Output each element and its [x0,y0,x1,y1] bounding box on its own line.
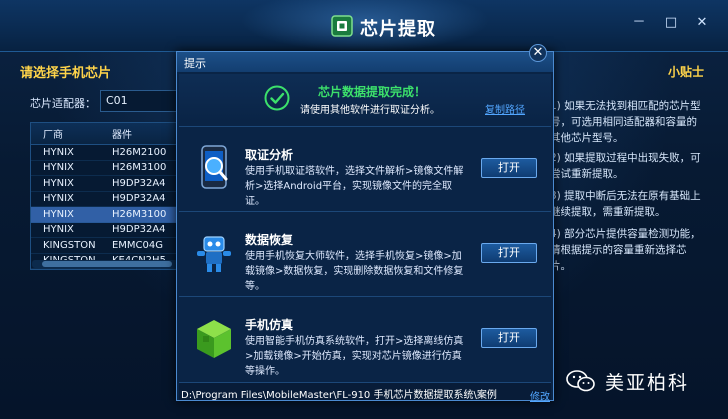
green-cube-icon [197,320,231,358]
forensics-section: 取证分析 使用手机取证塔软件，选择文件解析>镜像文件解析>选择Android平台… [179,126,551,212]
tip-item: 1) 如果无法找到相匹配的芯片型号，可选用相同适配器和容量的其他芯片型号。 [550,100,701,144]
title-bar: 芯片提取 － □ ✕ [0,0,728,52]
table-row[interactable]: HYNIX H9DP32A4 [31,223,179,238]
maximize-button[interactable]: □ [661,14,681,32]
column-header-device[interactable]: 器件 [112,126,179,141]
open-recovery-button[interactable]: 打开 [481,243,537,263]
image-path: D:\Program Files\MobileMaster\FL-910 手机芯… [179,382,551,400]
device-cell: EMMC04G [111,239,164,251]
success-subtitle: 请使用其他软件进行取证分析。 [300,105,440,116]
section-description: 使用手机恢复大师软件，选择手机恢复>镜像>加载镜像>数据恢复，实现删除数据恢复和… [245,251,464,292]
tip-item: 3) 提取中断后无法在原有基础上继续提取，需重新提取。 [550,190,701,218]
success-banner: 芯片数据提取完成！ 请使用其他软件进行取证分析。 复制路径 [179,74,551,122]
device-cell: H26M3100 [111,162,167,174]
dialog-title: 提示 [177,52,553,72]
table-row-selected[interactable]: HYNIX H26M3100 [31,207,179,223]
minimize-button[interactable]: － [629,14,649,32]
dialog-close-button[interactable]: ✕ [529,44,547,62]
section-title: 数据恢复 [245,233,294,247]
open-forensics-button[interactable]: 打开 [481,158,537,178]
adapter-label: 芯片适配器： [30,97,96,110]
chip-select-title: 请选择手机芯片 [20,66,112,81]
column-header-vendor[interactable]: 厂商 [31,126,112,141]
device-cell: H26M2100 [111,146,167,158]
table-row[interactable]: HYNIX H9DP32A4 [31,176,179,192]
robot-icon [197,236,231,272]
data-recovery-section: 数据恢复 使用手机恢复大师软件，选择手机恢复>镜像>加载镜像>数据恢复，实现删除… [179,211,551,297]
vendor-cell: HYNIX [43,208,74,220]
phone-emulation-section: 手机仿真 使用智能手机仿真系统软件，打开>选择离线仿真>加载镜像>开始仿真，实现… [179,296,551,382]
success-title: 芯片数据提取完成！ [318,85,427,99]
chip-table-header: 厂商 器件 [31,123,179,145]
open-emulation-button[interactable]: 打开 [481,328,537,348]
watermark-text: 美亚柏科 [605,372,690,394]
section-title: 手机仿真 [245,318,294,332]
chip-table: 厂商 器件 HYNIX H26M2100 HYNIX H26M3100 HYNI… [30,122,180,270]
vendor-cell: HYNIX [43,193,74,205]
modify-path-link[interactable]: 修改 [530,388,550,403]
horizontal-scrollbar[interactable] [32,260,178,268]
wechat-icon [566,370,595,392]
section-description: 使用智能手机仿真系统软件，打开>选择离线仿真>加载镜像>开始仿真，实现对芯片镜像… [245,336,464,377]
device-cell: H26M3100 [111,208,167,220]
phone-magnifier-icon [201,145,228,189]
section-title: 取证分析 [245,148,294,162]
device-cell: H9DP32A4 [111,177,166,189]
section-description: 使用手机取证塔软件，选择文件解析>镜像文件解析>选择Android平台，实现镜像… [245,166,464,207]
tips-title: 小贴士 [668,65,705,79]
adapter-select[interactable]: C01 [100,90,180,112]
vendor-cell: HYNIX [43,146,74,158]
vendor-cell: HYNIX [43,162,74,174]
table-row[interactable]: HYNIX H26M2100 [31,145,179,161]
device-cell: H9DP32A4 [111,193,166,205]
prompt-dialog: 提示 ✕ 芯片数据提取完成！ 请使用其他软件进行取证分析。 复制路径 取证分析 … [176,44,554,403]
vendor-cell: HYNIX [43,177,74,189]
table-row[interactable]: HYNIX H26M3100 [31,161,179,176]
tip-item: 2) 如果提取过程中出现失败，可尝试重新提取。 [550,152,701,180]
check-circle-icon [264,85,290,111]
vendor-cell: KINGSTON [43,239,96,251]
copy-path-link[interactable]: 复制路径 [485,101,525,116]
vendor-cell: HYNIX [43,224,74,236]
table-row[interactable]: HYNIX H9DP32A4 [31,192,179,207]
app-title: 芯片提取 [360,19,436,40]
tip-item: 4) 部分芯片提供容量检测功能，请根据提示的容量重新选择芯片。 [550,228,701,272]
window-close-button[interactable]: ✕ [692,14,712,32]
table-row[interactable]: KINGSTON EMMC04G [31,238,179,254]
device-cell: H9DP32A4 [111,224,166,236]
chip-logo-icon [331,15,353,37]
